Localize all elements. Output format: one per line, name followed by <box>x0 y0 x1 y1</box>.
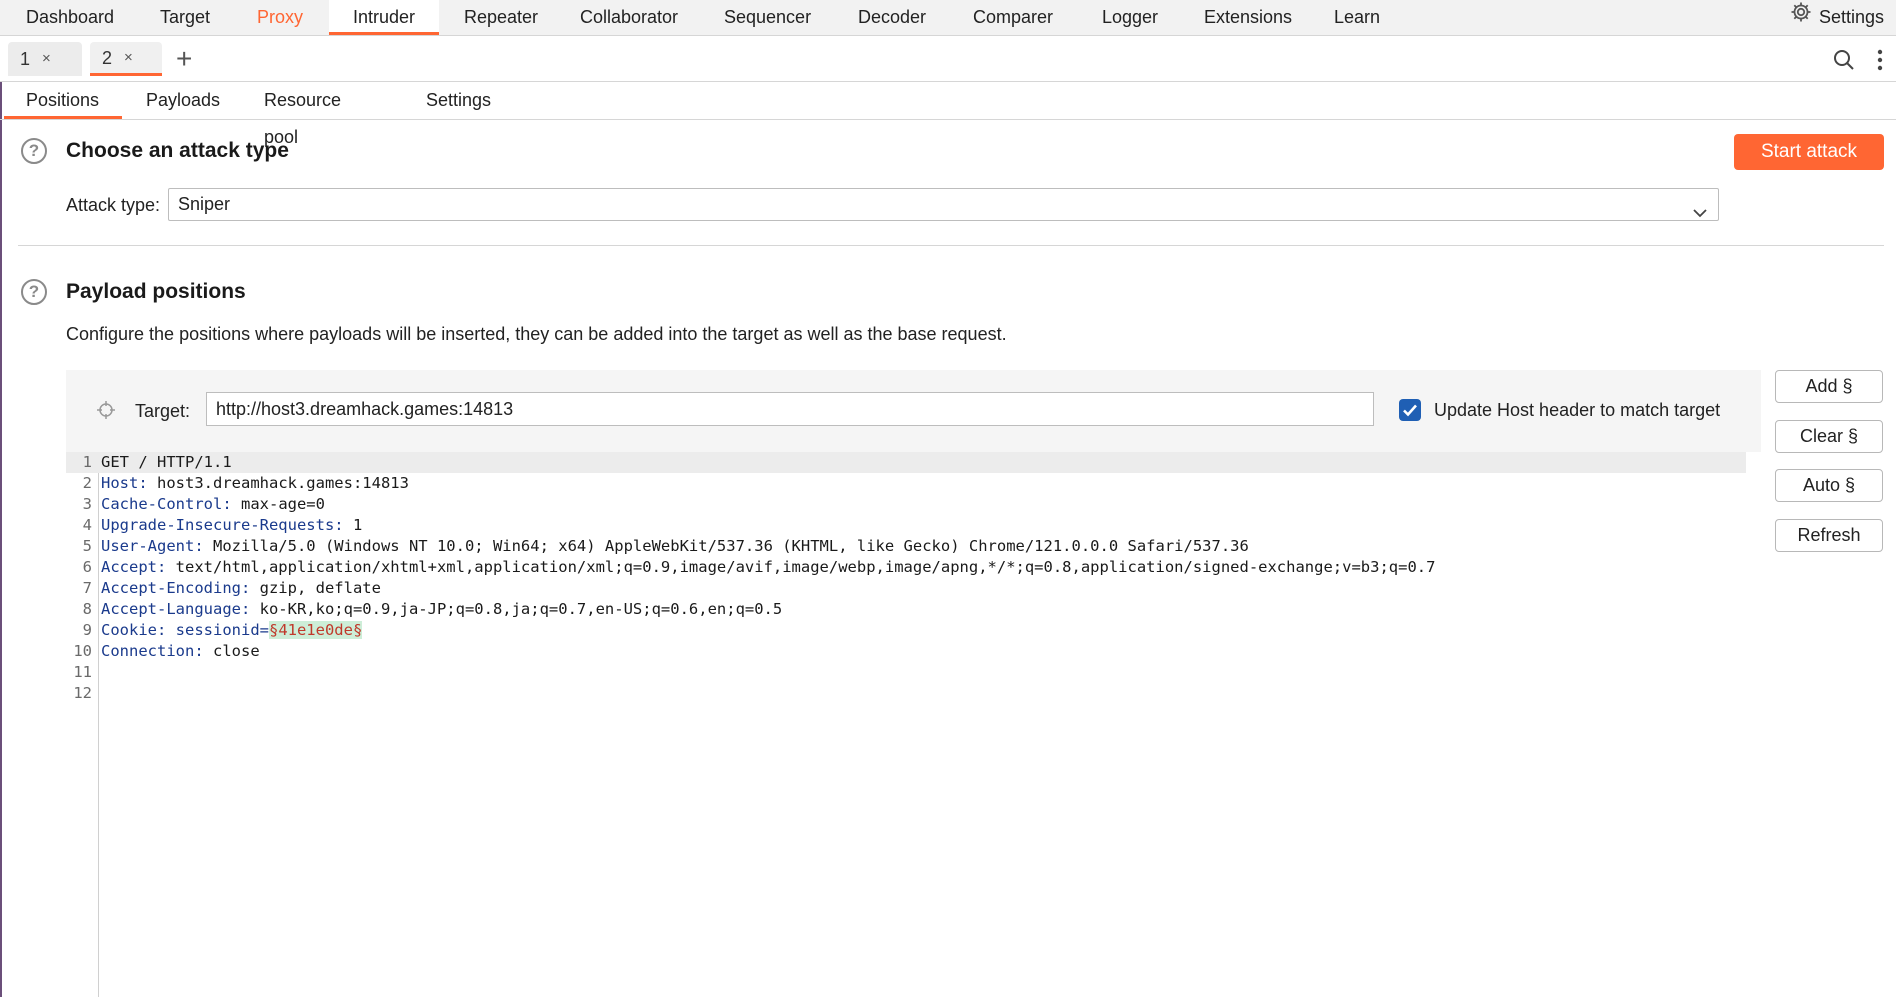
request-line: 3 Cache-Control: max-age=0 <box>82 495 325 513</box>
attack-type-select[interactable]: Sniper <box>168 188 1719 221</box>
auto-markers-button[interactable]: Auto § <box>1775 469 1883 502</box>
nav-tab-repeater[interactable]: Repeater <box>452 0 549 35</box>
settings-button[interactable]: Settings <box>1789 0 1884 35</box>
section-divider <box>18 245 1884 246</box>
close-icon[interactable]: × <box>124 41 133 75</box>
attack-type-value: Sniper <box>178 194 231 214</box>
instance-tab-label: 1 <box>20 49 31 69</box>
search-icon[interactable] <box>1832 48 1856 77</box>
tab-payloads[interactable]: Payloads <box>124 82 238 119</box>
request-line: 6 Accept: text/html,application/xhtml+xml… <box>82 558 1436 576</box>
chevron-down-icon <box>1692 198 1708 229</box>
help-icon[interactable]: ? <box>21 138 47 164</box>
request-line: 8 Accept-Language: ko-KR,ko;q=0.9,ja-JP;q… <box>82 600 783 618</box>
nav-tab-collaborator[interactable]: Collaborator <box>566 0 692 35</box>
nav-tab-sequencer[interactable]: Sequencer <box>712 0 823 35</box>
help-icon[interactable]: ? <box>21 279 47 305</box>
request-editor[interactable]: 1 GET / HTTP/1.1 2 Host: host3.dreamhack.g… <box>66 452 1761 997</box>
instance-tab-label: 2 <box>102 47 113 68</box>
request-line: 7 Accept-Encoding: gzip, deflate <box>82 579 381 597</box>
request-line: 9 Cookie: sessionid=§41e1e0de§ <box>82 621 363 639</box>
nav-tab-intruder[interactable]: Intruder <box>329 0 439 35</box>
request-panel: Target: http://host3.dreamhack.games:148… <box>66 370 1761 997</box>
refresh-button[interactable]: Refresh <box>1775 519 1883 552</box>
update-host-checkbox[interactable] <box>1399 399 1421 421</box>
tab-positions[interactable]: Positions <box>4 82 122 119</box>
request-line: 1 GET / HTTP/1.1 <box>66 452 1746 473</box>
more-options-icon[interactable] <box>1876 48 1884 77</box>
start-attack-button[interactable]: Start attack <box>1734 134 1884 170</box>
nav-tab-proxy[interactable]: Proxy <box>244 0 316 35</box>
request-line: 11 <box>73 663 92 681</box>
target-url-input[interactable]: http://host3.dreamhack.games:14813 <box>206 392 1374 426</box>
attack-type-label: Attack type: <box>66 195 161 215</box>
payload-marker: §41e1e0de§ <box>268 621 363 639</box>
instance-tab-2[interactable]: 2 × <box>90 42 162 76</box>
add-tab-button[interactable]: + <box>176 42 192 76</box>
tab-settings[interactable]: Settings <box>404 82 512 119</box>
window-edge <box>0 0 2 997</box>
close-icon[interactable]: × <box>42 42 51 76</box>
check-icon <box>1403 404 1417 417</box>
request-line: 10 Connection: close <box>73 642 260 660</box>
nav-tab-extensions[interactable]: Extensions <box>1192 0 1301 35</box>
request-line: 2 Host: host3.dreamhack.games:14813 <box>82 474 409 492</box>
clear-markers-button[interactable]: Clear § <box>1775 420 1883 453</box>
crosshair-icon <box>96 400 116 425</box>
nav-tab-comparer[interactable]: Comparer <box>961 0 1065 35</box>
nav-tab-learn[interactable]: Learn <box>1322 0 1392 35</box>
payload-positions-heading: Payload positions <box>66 280 246 303</box>
tab-resource-pool[interactable]: Resource pool <box>242 82 400 147</box>
nav-tab-decoder[interactable]: Decoder <box>845 0 939 35</box>
request-line: 5 User-Agent: Mozilla/5.0 (Windows NT 10.… <box>82 537 1249 555</box>
request-line: 12 <box>73 684 92 702</box>
request-line: 4 Upgrade-Insecure-Requests: 1 <box>82 516 363 534</box>
nav-tab-logger[interactable]: Logger <box>1090 0 1170 35</box>
instance-tab-bar: 1 × 2 × + <box>0 36 1896 82</box>
nav-tab-target[interactable]: Target <box>146 0 224 35</box>
update-host-label: Update Host header to match target <box>1434 400 1721 420</box>
payload-positions-description: Configure the positions where payloads w… <box>66 324 1007 344</box>
top-navigation: Dashboard Target Proxy Intruder Repeater… <box>0 0 1896 36</box>
nav-tab-dashboard[interactable]: Dashboard <box>14 0 126 35</box>
gear-icon <box>1789 0 1813 36</box>
target-row: Target: http://host3.dreamhack.games:148… <box>66 370 1761 450</box>
target-label: Target: <box>135 401 191 421</box>
add-marker-button[interactable]: Add § <box>1775 370 1883 403</box>
settings-label: Settings <box>1818 7 1884 27</box>
instance-tab-1[interactable]: 1 × <box>8 42 82 76</box>
intruder-subtabs: Positions Payloads Resource pool Setting… <box>0 82 1896 147</box>
attack-type-heading: Choose an attack type <box>66 139 289 162</box>
